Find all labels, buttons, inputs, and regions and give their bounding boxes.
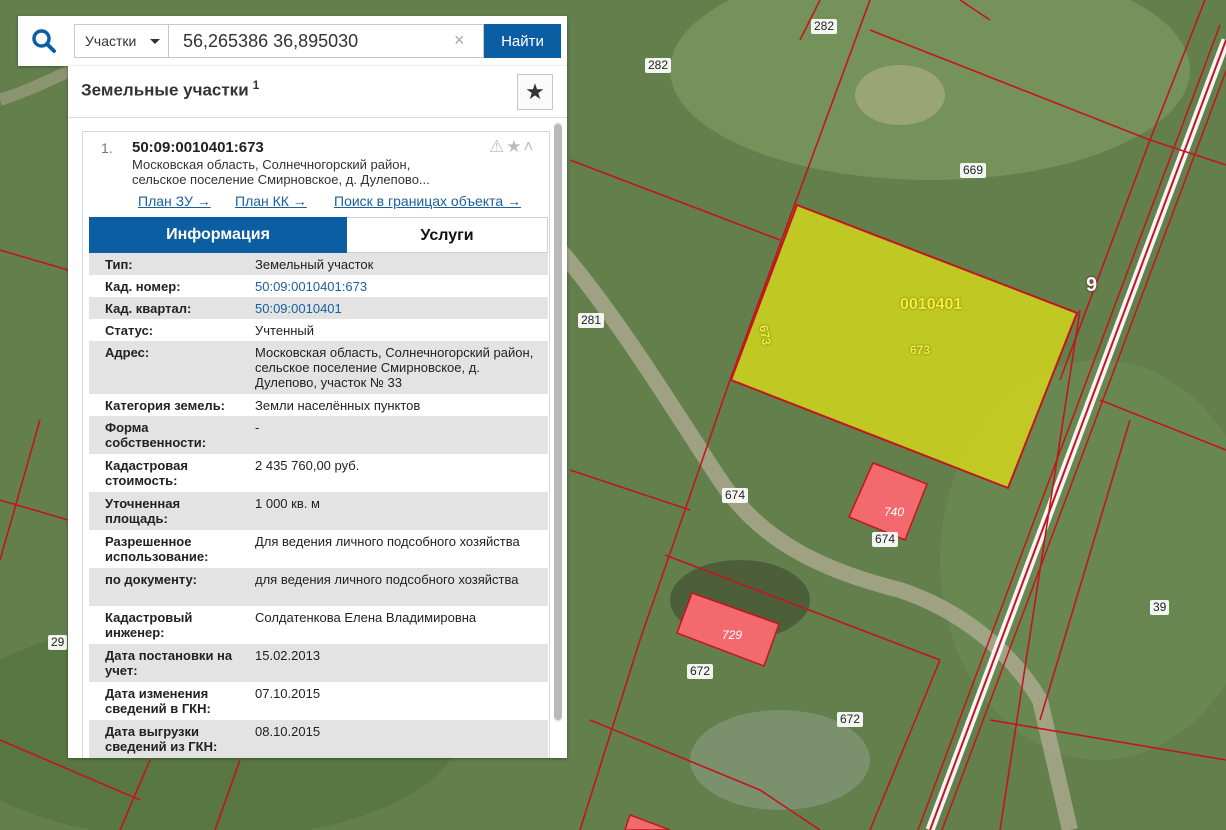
scrollbar-thumb[interactable]	[554, 124, 562, 720]
tab-services[interactable]: Услуги	[347, 217, 548, 253]
info-key: Разрешенное использование:	[105, 534, 209, 564]
selected-parcel-label: 673	[910, 343, 931, 357]
parcel-label: 674	[722, 488, 749, 503]
scrollbar[interactable]	[554, 122, 562, 722]
info-value: 1 000 кв. м	[255, 496, 320, 511]
result-address-line: Московская область, Солнечногорский райо…	[132, 157, 411, 172]
search-type-select[interactable]: Участки	[74, 24, 169, 58]
info-key: Дата выгрузки сведений из ГКН:	[105, 724, 218, 754]
chevron-down-icon	[150, 39, 160, 44]
info-row: по документу: для ведения личного подсобн…	[89, 568, 548, 606]
results-count: 1	[252, 78, 260, 92]
search-icon[interactable]	[31, 28, 57, 54]
search-type-label: Участки	[85, 33, 137, 49]
info-row: Адрес: Московская область, Солнечногорски…	[89, 341, 548, 394]
bookmark-button[interactable]: ★	[517, 74, 553, 110]
info-key: Дата изменения сведений в ГКН:	[105, 686, 211, 716]
parcel-label: 29	[48, 635, 68, 650]
info-row: Кадастровая стоимость: 2 435 760,00 руб.	[89, 454, 548, 492]
info-value: Земли населённых пунктов	[255, 398, 421, 413]
clear-icon[interactable]: ×	[454, 30, 465, 50]
info-key: Кадастровый инженер:	[105, 610, 193, 640]
panel-title-text: Земельные участки	[81, 80, 249, 100]
result-card: 1. 50:09:0010401:673 Московская область,…	[82, 131, 550, 758]
info-key: Адрес:	[105, 345, 150, 360]
tab-information[interactable]: Информация	[89, 217, 347, 253]
parcel-label: 282	[645, 58, 672, 73]
parcel-label: 282	[811, 19, 838, 34]
info-value: для ведения личного подсобного хозяйства	[255, 572, 519, 587]
info-row: Форма собственности: -	[89, 416, 548, 454]
quarter-label: 0010401	[900, 296, 963, 313]
building-label: 740	[884, 505, 905, 519]
info-row: Статус: Учтенный	[89, 319, 548, 341]
info-row: Кадастровый инженер: Солдатенкова Елена В…	[89, 606, 548, 644]
search-in-bounds-link[interactable]: Поиск в границах объекта →	[334, 193, 521, 209]
info-key: Категория земель:	[105, 398, 226, 413]
result-index: 1.	[101, 140, 113, 156]
parcel-label: 39	[1150, 600, 1170, 615]
info-key: Кад. номер:	[105, 279, 181, 294]
parcel-label: 672	[837, 712, 864, 727]
info-key: Форма собственности:	[105, 420, 207, 450]
info-value: 08.10.2015	[255, 724, 321, 739]
info-key: Статус:	[105, 323, 154, 338]
search-bar: Участки × Найти	[18, 16, 567, 66]
plan-kk-link[interactable]: План КК →	[235, 193, 307, 209]
info-row: Кад. квартал: 50:09:0010401	[89, 297, 548, 319]
search-input[interactable]	[169, 24, 484, 58]
parcel-label: 669	[960, 163, 987, 178]
parcel-label: 281	[578, 313, 605, 328]
info-key: Дата постановки на учет:	[105, 648, 233, 678]
info-table: Тип: Земельный участок Кад. номер: 50:09:00…	[89, 253, 548, 758]
info-value[interactable]: 50:09:0010401:673	[255, 279, 537, 294]
parcel-label: 674	[872, 532, 899, 547]
info-value: 07.10.2015	[255, 686, 321, 701]
info-value: 15.02.2013	[255, 648, 321, 663]
info-value: Земельный участок	[255, 257, 374, 272]
bare-ground	[855, 65, 945, 125]
info-key: Уточненная площадь:	[105, 496, 181, 526]
panel-title: Земельные участки 1	[81, 78, 259, 101]
info-row: Дата изменения сведений в ГКН: 07.10.2015	[89, 682, 548, 720]
info-key: Кад. квартал:	[105, 301, 192, 316]
info-value: Для ведения личного подсобного хозяйства	[255, 534, 520, 549]
results-panel: Земельные участки 1 ★ 1. 50:09:0010401:67…	[68, 66, 567, 758]
info-value: Учтенный	[255, 323, 315, 338]
info-value: Солдатенкова Елена Владимировна	[255, 610, 477, 625]
info-value: 2 435 760,00 руб.	[255, 458, 360, 473]
info-value: -	[255, 420, 260, 435]
info-row: Уточненная площадь: 1 000 кв. м	[89, 492, 548, 530]
info-row: Категория земель: Земли населённых пункто…	[89, 394, 548, 416]
info-value: Московская область, Солнечногорский райо…	[255, 345, 534, 390]
info-row: Дата постановки на учет: 15.02.2013	[89, 644, 548, 682]
card-action-icons[interactable]: ⚠★˄	[489, 137, 535, 157]
info-row: Дата выгрузки сведений из ГКН: 08.10.2015	[89, 720, 548, 758]
building-label: 729	[722, 628, 743, 642]
info-row: Кад. номер: 50:09:0010401:673	[89, 275, 548, 297]
panel-header: Земельные участки 1 ★	[68, 66, 567, 118]
info-value[interactable]: 50:09:0010401	[255, 301, 537, 316]
cadastral-number[interactable]: 50:09:0010401:673	[132, 139, 264, 156]
result-address-line: сельское поселение Смирновское, д. Дулеп…	[132, 172, 430, 187]
info-key: по документу:	[105, 572, 197, 587]
search-button[interactable]: Найти	[484, 24, 561, 58]
road-number: 9	[1086, 274, 1098, 296]
parcel-label: 672	[687, 664, 714, 679]
card-tabs: Информация Услуги	[89, 217, 548, 253]
info-row: Разрешенное использование: Для ведения ли…	[89, 530, 548, 568]
plan-zu-link[interactable]: План ЗУ →	[138, 193, 211, 209]
star-icon: ★	[525, 79, 545, 104]
info-row: Тип: Земельный участок	[89, 253, 548, 275]
info-key: Тип:	[105, 257, 133, 272]
info-key: Кадастровая стоимость:	[105, 458, 188, 488]
